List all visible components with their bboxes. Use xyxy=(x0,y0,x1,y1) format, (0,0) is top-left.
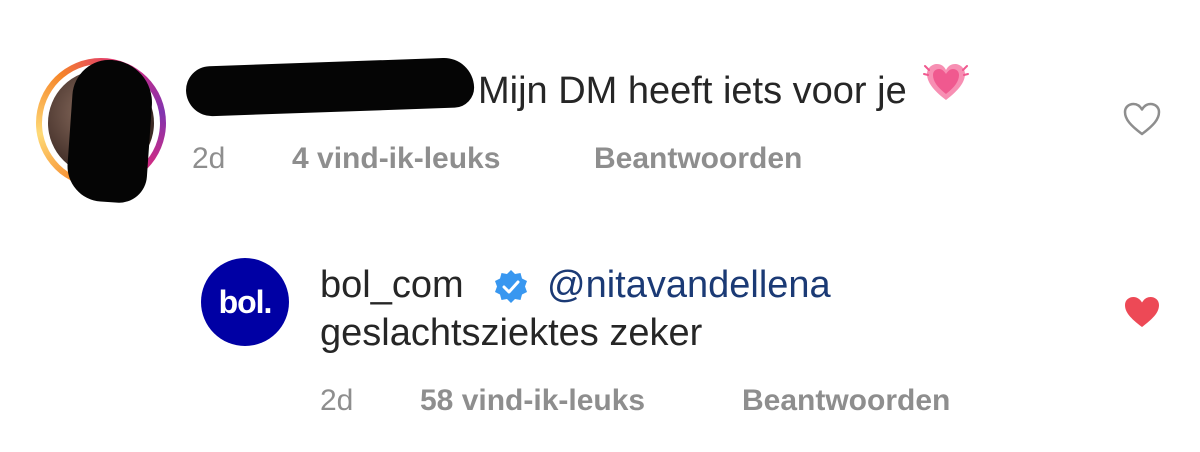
reply-body: geslachtsziektes zeker xyxy=(320,312,703,354)
username-redaction xyxy=(185,56,475,118)
reply-button[interactable]: Beantwoorden xyxy=(594,141,802,177)
heart-outline-icon xyxy=(1123,102,1161,136)
reply-timestamp: 2d xyxy=(320,384,354,417)
reply-button[interactable]: Beantwoorden xyxy=(742,383,950,419)
avatar-redaction xyxy=(65,57,155,205)
like-button-active[interactable] xyxy=(1122,294,1162,330)
user-mention-link[interactable]: @nitavandellena xyxy=(547,262,831,308)
comment-body: Mijn DM heeft iets voor je xyxy=(478,70,907,112)
heart-filled-icon xyxy=(1125,297,1159,327)
comment-timestamp: 2d xyxy=(192,142,226,175)
reply-like-count[interactable]: 58 vind-ik-leuks xyxy=(420,383,645,419)
bol-logo-text: bol. xyxy=(218,284,273,320)
verified-badge-icon xyxy=(495,270,527,303)
like-button[interactable] xyxy=(1122,101,1162,137)
comment-like-count[interactable]: 4 vind-ik-leuks xyxy=(292,141,500,177)
reply-username[interactable]: bol_com xyxy=(320,262,464,308)
growing-heart-emoji-icon xyxy=(923,60,970,117)
bol-avatar[interactable]: bol. xyxy=(201,258,289,346)
comment-text: Mijn DM heeft iets voor je xyxy=(478,64,970,117)
